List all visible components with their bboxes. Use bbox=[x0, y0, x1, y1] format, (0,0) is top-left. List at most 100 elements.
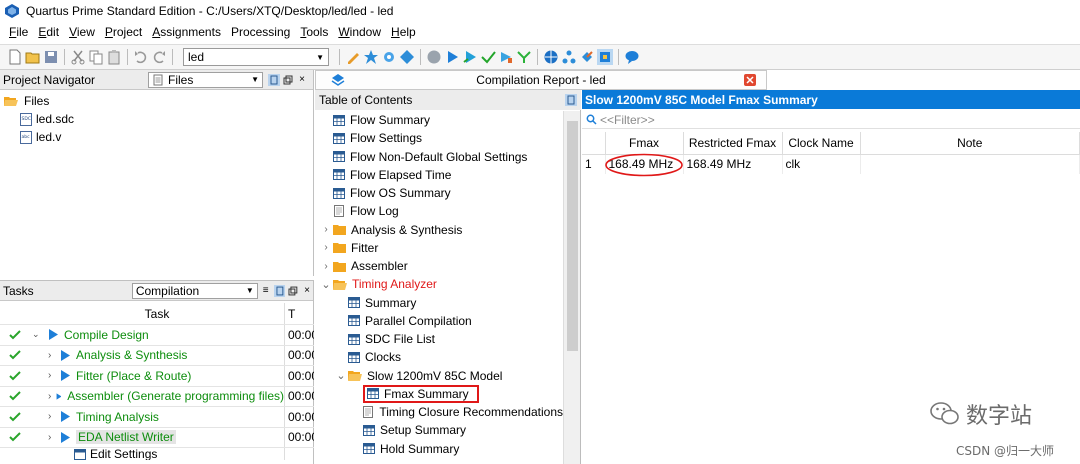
toc-item[interactable]: Timing Closure Recommendations bbox=[315, 403, 563, 421]
dock-icon[interactable] bbox=[273, 284, 286, 297]
redo-icon[interactable] bbox=[151, 49, 167, 65]
toc-item[interactable]: Flow Non-Default Global Settings bbox=[315, 148, 563, 166]
menu-assignments[interactable]: Assignments bbox=[147, 25, 226, 39]
task-row[interactable]: › EDA Netlist Writer 00:00 bbox=[0, 427, 314, 448]
toc-item[interactable]: › Fitter bbox=[315, 239, 563, 257]
chevron-right-icon[interactable]: › bbox=[48, 411, 58, 422]
file-row[interactable]: abc led.v bbox=[0, 128, 313, 146]
task-row[interactable]: ⌄ Compile Design 00:00 bbox=[0, 325, 314, 346]
chip-planner-icon[interactable] bbox=[399, 49, 415, 65]
toc-item[interactable]: Summary bbox=[315, 294, 563, 312]
menu-window[interactable]: Window bbox=[333, 25, 386, 39]
chevron-down-icon[interactable]: ⌄ bbox=[32, 329, 46, 340]
speech-bubble-icon[interactable] bbox=[624, 49, 640, 65]
close-panel-icon[interactable]: × bbox=[301, 285, 313, 297]
task-row[interactable]: › Assembler (Generate programming files)… bbox=[0, 386, 314, 407]
save-icon[interactable] bbox=[43, 49, 59, 65]
toc-item[interactable]: SDC File List bbox=[315, 330, 563, 348]
paste-icon[interactable] bbox=[106, 49, 122, 65]
navigator-view-combo[interactable]: Files ▼ bbox=[148, 71, 263, 88]
toc-item[interactable]: Flow Summary bbox=[315, 111, 563, 129]
chevron-right-icon[interactable]: › bbox=[319, 261, 333, 272]
table-icon bbox=[363, 424, 375, 436]
toc-item-label: SDC File List bbox=[365, 332, 436, 347]
close-panel-icon[interactable]: × bbox=[296, 74, 308, 86]
toc-item[interactable]: Hold Summary bbox=[315, 440, 563, 458]
new-file-icon[interactable] bbox=[7, 49, 23, 65]
analysis-elaboration-icon[interactable] bbox=[462, 49, 478, 65]
technology-map-icon[interactable] bbox=[498, 49, 514, 65]
task-row[interactable]: › Timing Analysis 00:00 bbox=[0, 407, 314, 428]
chevron-down-icon[interactable]: ⌄ bbox=[334, 369, 348, 382]
compilation-report-tab[interactable]: Compilation Report - led bbox=[315, 70, 767, 90]
globe-icon[interactable] bbox=[543, 49, 559, 65]
timing-analyzer-icon[interactable] bbox=[516, 49, 532, 65]
menu-lines-icon[interactable]: ≡ bbox=[260, 285, 272, 297]
toc-item[interactable]: Flow Log bbox=[315, 202, 563, 220]
time-column-header[interactable]: T bbox=[285, 307, 314, 321]
float-window-icon[interactable] bbox=[282, 74, 294, 86]
toc-item[interactable]: Setup Summary bbox=[315, 421, 563, 439]
files-folder-row[interactable]: Files bbox=[0, 92, 313, 110]
toc-item[interactable]: › Analysis & Synthesis bbox=[315, 221, 563, 239]
start-compilation-icon[interactable] bbox=[444, 49, 460, 65]
filter-placeholder: <<Filter>> bbox=[600, 112, 655, 127]
toc-item[interactable]: Flow Settings bbox=[315, 129, 563, 147]
chevron-down-icon[interactable]: ⌄ bbox=[319, 278, 333, 291]
chevron-right-icon[interactable]: › bbox=[48, 432, 58, 443]
menu-file[interactable]: File bbox=[4, 25, 33, 39]
pin-planner-icon[interactable] bbox=[363, 49, 379, 65]
assignment-editor-icon[interactable] bbox=[381, 49, 397, 65]
task-column-header[interactable]: Task bbox=[30, 303, 285, 324]
fmax-row[interactable]: 1 168.49 MHz 168.49 MHz clk bbox=[582, 153, 1080, 176]
toc-item[interactable]: Clocks bbox=[315, 348, 563, 366]
project-hierarchy-combo[interactable]: led ▼ bbox=[183, 48, 329, 66]
undo-icon[interactable] bbox=[133, 49, 149, 65]
stop-icon[interactable] bbox=[426, 49, 442, 65]
cut-icon[interactable] bbox=[70, 49, 86, 65]
toc-item[interactable]: Flow OS Summary bbox=[315, 184, 563, 202]
toc-item[interactable]: ⌄ Slow 1200mV 85C Model bbox=[315, 367, 563, 385]
platform-designer-icon[interactable] bbox=[597, 49, 613, 65]
task-row[interactable]: › Fitter (Place & Route) 00:00 bbox=[0, 366, 314, 387]
file-row[interactable]: SDC led.sdc bbox=[0, 110, 313, 128]
toc-item[interactable]: ⌄ Timing Analyzer bbox=[315, 275, 563, 293]
chevron-right-icon[interactable]: › bbox=[48, 391, 54, 402]
note-column-header[interactable]: Note bbox=[860, 132, 1080, 155]
float-window-icon[interactable] bbox=[287, 285, 299, 297]
toc-item[interactable]: Flow Elapsed Time bbox=[315, 166, 563, 184]
restricted-fmax-column-header[interactable]: Restricted Fmax bbox=[683, 132, 783, 155]
scrollbar-thumb[interactable] bbox=[567, 121, 578, 351]
menu-edit[interactable]: Edit bbox=[33, 25, 64, 39]
toc-item-label: Fitter bbox=[351, 240, 379, 255]
open-folder-icon[interactable] bbox=[25, 49, 41, 65]
project-navigator-panel: Project Navigator Files ▼ × Files SDC le… bbox=[0, 70, 314, 276]
chevron-right-icon[interactable]: › bbox=[48, 370, 58, 381]
close-tab-icon[interactable] bbox=[744, 74, 756, 86]
filter-field[interactable]: <<Filter>> bbox=[582, 111, 1080, 129]
menu-view[interactable]: View bbox=[64, 25, 100, 39]
clock-name-column-header[interactable]: Clock Name bbox=[782, 132, 861, 155]
menu-processing[interactable]: Processing bbox=[226, 25, 295, 39]
menu-project[interactable]: Project bbox=[100, 25, 147, 39]
flow-combo[interactable]: Compilation ▼ bbox=[131, 282, 258, 299]
dock-icon[interactable] bbox=[268, 73, 280, 86]
menu-tools[interactable]: Tools bbox=[295, 25, 333, 39]
task-row[interactable]: › Analysis & Synthesis 00:00 bbox=[0, 345, 314, 366]
task-row[interactable]: Edit Settings bbox=[0, 448, 314, 460]
rtl-viewer-icon[interactable] bbox=[480, 49, 496, 65]
toc-item[interactable]: › Assembler bbox=[315, 257, 563, 275]
toc-item[interactable]: Parallel Compilation bbox=[315, 312, 563, 330]
menu-help[interactable]: Help bbox=[386, 25, 421, 39]
checkmark-icon bbox=[9, 330, 21, 340]
dock-icon[interactable] bbox=[565, 94, 577, 106]
netlist-icon[interactable] bbox=[561, 49, 577, 65]
pencil-icon[interactable] bbox=[345, 49, 361, 65]
copy-icon[interactable] bbox=[88, 49, 104, 65]
chevron-right-icon[interactable]: › bbox=[48, 350, 58, 361]
toc-scrollbar[interactable] bbox=[563, 111, 580, 464]
programmer-icon[interactable] bbox=[579, 49, 595, 65]
chevron-right-icon[interactable]: › bbox=[319, 224, 333, 235]
toc-item[interactable]: Fmax Summary bbox=[315, 384, 563, 403]
chevron-right-icon[interactable]: › bbox=[319, 242, 333, 253]
